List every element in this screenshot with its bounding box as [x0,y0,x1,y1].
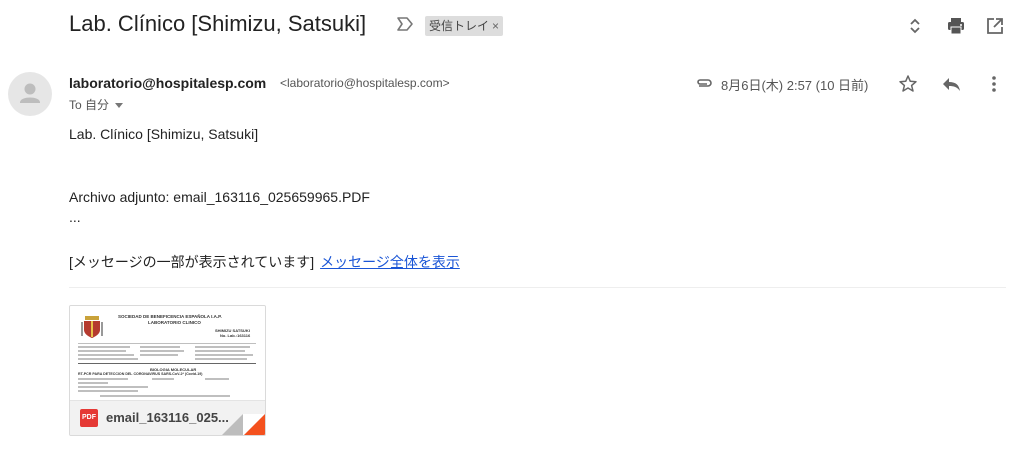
thumb-line [195,350,245,352]
thumb-line [78,354,134,356]
body-line-1: Lab. Clínico [Shimizu, Satsuki] [69,126,259,142]
reply-icon[interactable] [940,73,962,95]
clipped-message-text: [メッセージの一部が表示されています] [69,254,315,270]
thumb-line [195,354,253,356]
print-icon[interactable] [946,16,966,36]
expand-collapse-icon[interactable] [905,16,925,36]
thumb-org: SOCIEDAD DE BENEFICENCIA ESPAÑOLA I.A.P. [118,314,222,319]
folded-corner-icon [222,414,265,435]
thumb-line [195,346,250,348]
thumb-line [78,390,138,392]
remove-label-button[interactable]: × [492,19,499,33]
star-icon[interactable] [897,73,919,95]
thumb-rule [78,343,256,344]
message-date: 8月6日(木) 2:57 (10 日前) [721,78,869,93]
thumb-line [78,358,138,360]
sender-name[interactable]: laboratorio@hospitalesp.com [69,75,266,91]
attachment-card[interactable]: SOCIEDAD DE BENEFICENCIA ESPAÑOLA I.A.P.… [69,305,266,436]
paperclip-icon [697,79,712,87]
pdf-file-icon: PDF [80,409,98,427]
thumb-line [152,378,174,380]
thumb-line [140,350,184,352]
thumb-line [140,346,180,348]
thumb-line [100,395,230,397]
thumb-line [205,378,229,380]
recipient-details-toggle[interactable]: To 自分 [69,96,124,113]
thumb-line [78,382,108,384]
chevron-down-icon [115,103,124,109]
sender-email: <laboratorio@hospitalesp.com> [280,76,450,90]
clipped-message-notice: [メッセージの一部が表示されています] メッセージ全体を表示 [69,252,460,272]
coat-of-arms-icon [81,316,103,338]
label-chip-text: 受信トレイ [429,19,490,33]
view-entire-message-link[interactable]: メッセージ全体を表示 [320,254,460,270]
open-in-new-window-icon[interactable] [985,16,1005,36]
thumb-line [195,358,247,360]
attachment-thumbnail: SOCIEDAD DE BENEFICENCIA ESPAÑOLA I.A.P.… [70,306,265,400]
thumb-lab: LABORATORIO CLINICO [148,320,201,325]
attachment-footer: PDF email_163116_025... [70,400,265,435]
person-icon [20,83,40,103]
thumb-line [78,386,148,388]
thumb-line [78,350,126,352]
divider [69,287,1006,288]
thumb-line [140,354,178,356]
email-subject: Lab. Clínico [Shimizu, Satsuki] [69,11,367,36]
thumb-rule [78,363,256,364]
thumb-test: RT-PCR PARA DETECCION DEL CORONAVIRUS SA… [78,372,203,376]
thumb-patient-no: No. Lab.:163116 [220,333,251,338]
more-vert-icon[interactable] [983,73,1005,95]
label-chip-inbox: 受信トレイ × [425,16,504,36]
body-line-ellipsis: ... [69,209,81,225]
thumb-line [78,346,130,348]
thumb-line [78,378,128,380]
attachment-filename: email_163116_025... [106,410,229,425]
to-line-text: To 自分 [69,98,110,112]
avatar[interactable] [8,72,52,116]
important-marker-icon[interactable] [396,16,414,32]
body-line-attachment: Archivo adjunto: email_163116_025659965.… [69,189,370,205]
